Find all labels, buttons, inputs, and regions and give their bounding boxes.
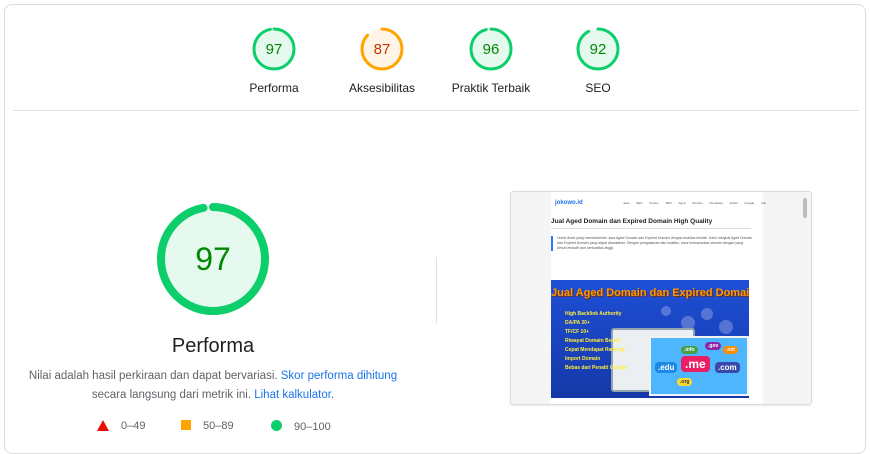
tld-tag: .org — [677, 378, 693, 386]
final-screenshot[interactable]: jokowo.id Jasa SEO Kursus SEO Aged Domai… — [510, 191, 812, 405]
banner-bullet: Bebas dari Penalti Google — [565, 365, 627, 371]
tld-tag: .me — [681, 356, 710, 372]
green-circle-icon — [271, 420, 282, 431]
gauge-label: Aksesibilitas — [348, 81, 416, 95]
gauge-ring: 92 — [576, 27, 620, 71]
score-summary: 97 Performa 87 Aksesibilitas 96 Praktik … — [5, 27, 867, 103]
legend-pass-range: 90–100 — [294, 421, 331, 433]
tld-tag: .gov — [705, 342, 722, 350]
desc-text-2: secara langsung dari metrik ini. — [91, 389, 255, 401]
legend-fail-range: 0–49 — [121, 420, 146, 432]
desc-text: Nilai adalah hasil perkiraan dan dapat b… — [28, 370, 281, 382]
gauge-ring: 97 — [157, 203, 269, 315]
gauge-score: 96 — [483, 41, 500, 58]
banner-bullet: DA/PA 30+ — [565, 320, 590, 326]
vertical-divider — [436, 257, 437, 323]
gauge-accessibility[interactable]: 87 Aksesibilitas — [327, 27, 437, 95]
section-divider — [13, 110, 859, 111]
tld-tag: .edu — [655, 362, 678, 373]
gauge-seo[interactable]: 92 SEO — [543, 27, 653, 95]
gauge-ring: 97 — [252, 27, 296, 71]
performance-score: 97 — [195, 241, 231, 277]
gauge-performance[interactable]: 97 Performa — [219, 27, 329, 95]
legend-pass: 90–100 — [271, 420, 331, 433]
orange-square-icon — [181, 420, 191, 430]
site-banner: Jual Aged Domain dan Expired Domain High… — [551, 280, 749, 398]
gauge-ring: 96 — [469, 27, 513, 71]
site-page-title: Jual Aged Domain dan Expired Domain High… — [551, 218, 713, 225]
title-rule — [551, 228, 751, 229]
bubble-shape — [661, 306, 671, 316]
site-logo: jokowo.id — [555, 200, 583, 206]
banner-title: Jual Aged Domain dan Expired Domain — [551, 287, 749, 299]
screenshot-scrollbar — [803, 198, 807, 218]
bubble-shape — [701, 308, 713, 320]
performance-gauge-large: 97 — [155, 201, 271, 317]
banner-bullet: Import Domain — [565, 356, 601, 362]
banner-bullets: High Backlink Authority DA/PA 30+ TF/CF 10… — [565, 310, 627, 373]
gauge-score: 87 — [374, 41, 391, 58]
gauge-label: Performa — [249, 81, 299, 95]
calculator-link[interactable]: Lihat kalkulator — [254, 389, 331, 401]
desc-suffix: . — [330, 389, 335, 401]
legend-fail: 0–49 — [97, 420, 145, 432]
banner-bullet: High Backlink Authority — [565, 311, 622, 317]
site-nav: jokowo.id Jasa SEO Kursus SEO Aged Domai… — [551, 200, 767, 210]
performance-title: Performa — [171, 335, 255, 357]
gauge-ring: 87 — [360, 27, 404, 71]
tld-tag: .net — [723, 346, 738, 354]
gauge-best-practices[interactable]: 96 Praktik Terbaik — [436, 27, 546, 95]
banner-bullet: Riwayat Domain Bersih — [565, 338, 621, 344]
score-calc-link[interactable]: Skor performa dihitung — [281, 370, 397, 382]
domains-illustration: .gov .info .net .edu .me .com .org — [649, 336, 749, 396]
screenshot-page: jokowo.id Jasa SEO Kursus SEO Aged Domai… — [551, 192, 767, 404]
performance-description: Nilai adalah hasil perkiraan dan dapat b… — [25, 367, 401, 405]
legend-average-range: 50–89 — [203, 420, 234, 432]
gauge-label: SEO — [585, 81, 611, 95]
site-nav-links: Jasa SEO Kursus SEO Aged Domain Penulisa… — [623, 201, 767, 205]
tld-tag: .com — [715, 362, 740, 373]
banner-bullet: TF/CF 10+ — [565, 329, 590, 335]
bubble-shape — [719, 320, 733, 334]
gauge-score: 92 — [590, 41, 607, 58]
gauge-label: Praktik Terbaik — [451, 81, 531, 95]
report-card: 97 Performa 87 Aksesibilitas 96 Praktik … — [4, 4, 866, 454]
tld-tag: .info — [681, 346, 698, 354]
banner-bullet: Cepat Mendapat Ranking — [565, 347, 625, 353]
red-triangle-icon — [97, 420, 109, 431]
gauge-score: 97 — [266, 41, 283, 58]
legend-average: 50–89 — [181, 420, 234, 432]
site-quote: Untuk Anda yang membutuhkan Jasa Aged Do… — [551, 236, 753, 251]
